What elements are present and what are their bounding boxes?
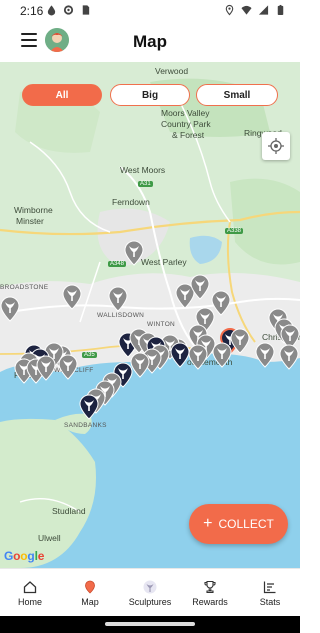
battery-icon	[277, 4, 284, 16]
sculpture-pin-icon[interactable]	[255, 342, 275, 368]
nav-sculptures[interactable]: Sculptures	[120, 569, 180, 617]
home-icon	[23, 580, 37, 593]
label-ulwell: Ulwell	[38, 533, 61, 543]
status-bar: 2:16	[0, 0, 300, 22]
label-sandbanks: SANDBANKS	[64, 422, 107, 429]
sculpture-pin-icon[interactable]	[108, 286, 128, 312]
nav-rewards-label: Rewards	[192, 596, 228, 607]
label-west-moors: West Moors	[120, 165, 166, 175]
map-view[interactable]: Verwood Moors Valley Country Park & Fore…	[0, 62, 300, 568]
page-title: Map	[133, 32, 167, 51]
nav-stats-label: Stats	[259, 596, 281, 607]
sculpture-pin-icon[interactable]	[212, 342, 232, 368]
nav-home[interactable]: Home	[0, 569, 60, 617]
label-studland: Studland	[52, 506, 86, 516]
location-icon	[225, 4, 234, 16]
signal-icon	[258, 5, 269, 15]
sculpture-pin-icon[interactable]	[190, 274, 210, 300]
collect-button[interactable]: + COLLECT	[189, 504, 288, 544]
label-west-parley: West Parley	[141, 257, 187, 267]
sim-card-icon	[82, 5, 90, 15]
label-moors-valley: Moors Valley	[161, 108, 210, 118]
settings-icon	[63, 5, 74, 15]
filter-row: All Big Small	[22, 84, 278, 108]
label-broadstone: BROADSTONE	[0, 284, 49, 291]
my-location-button[interactable]	[262, 132, 290, 160]
sculpture-pin-icon[interactable]	[36, 355, 56, 381]
plus-icon: +	[203, 515, 213, 532]
sculpture-icon	[143, 580, 157, 593]
nav-sculptures-label: Sculptures	[128, 596, 172, 607]
sculpture-pin-icon[interactable]	[58, 354, 78, 380]
sculpture-pin-icon[interactable]	[170, 342, 190, 368]
wifi-icon	[241, 5, 252, 15]
nav-map[interactable]: Map	[60, 569, 120, 617]
label-wimborne: Wimborne	[14, 205, 53, 215]
road-a338: A338	[225, 228, 244, 234]
label-verwood: Verwood	[155, 66, 189, 76]
trophy-icon	[204, 580, 216, 593]
label-country-park: Country Park	[161, 119, 211, 129]
road-a35: A35	[82, 352, 97, 358]
filter-big-chip[interactable]: Big	[110, 84, 190, 106]
sculpture-pin-icon[interactable]	[124, 240, 144, 266]
label-wallisdown: WALLISDOWN	[97, 312, 145, 319]
crosshair-icon	[268, 138, 284, 154]
nav-home-label: Home	[17, 596, 42, 607]
drop-icon	[47, 5, 56, 16]
map-pin-icon	[85, 580, 95, 594]
bottom-nav: Home Map Sculptures Rewards Stats	[0, 568, 300, 617]
home-handle	[105, 622, 195, 626]
sculpture-pin-icon[interactable]	[230, 328, 250, 354]
sculpture-pin-icon[interactable]	[62, 284, 82, 310]
filter-small-chip[interactable]: Small	[196, 84, 278, 106]
google-logo: Google	[4, 549, 45, 563]
filter-all-chip[interactable]: All	[22, 84, 102, 106]
label-and-forest: & Forest	[172, 130, 205, 140]
sculpture-pin-icon[interactable]	[279, 344, 299, 370]
nav-map-label: Map	[81, 596, 99, 607]
stats-icon	[263, 581, 276, 593]
road-a31: A31	[138, 181, 153, 187]
sculpture-pin-icon[interactable]	[130, 352, 150, 378]
sculpture-pin-icon[interactable]	[188, 344, 208, 370]
nav-rewards[interactable]: Rewards	[180, 569, 240, 617]
nav-stats[interactable]: Stats	[240, 569, 300, 617]
label-winton: WINTON	[147, 321, 176, 328]
sculpture-pin-icon[interactable]	[79, 394, 99, 420]
label-minster: Minster	[16, 216, 44, 226]
sculpture-pin-icon[interactable]	[0, 296, 20, 322]
status-time: 2:16	[20, 4, 44, 18]
gesture-bar	[0, 616, 300, 633]
label-ferndown: Ferndown	[112, 197, 150, 207]
collect-label: COLLECT	[218, 517, 274, 531]
app-bar: Map	[0, 22, 300, 62]
